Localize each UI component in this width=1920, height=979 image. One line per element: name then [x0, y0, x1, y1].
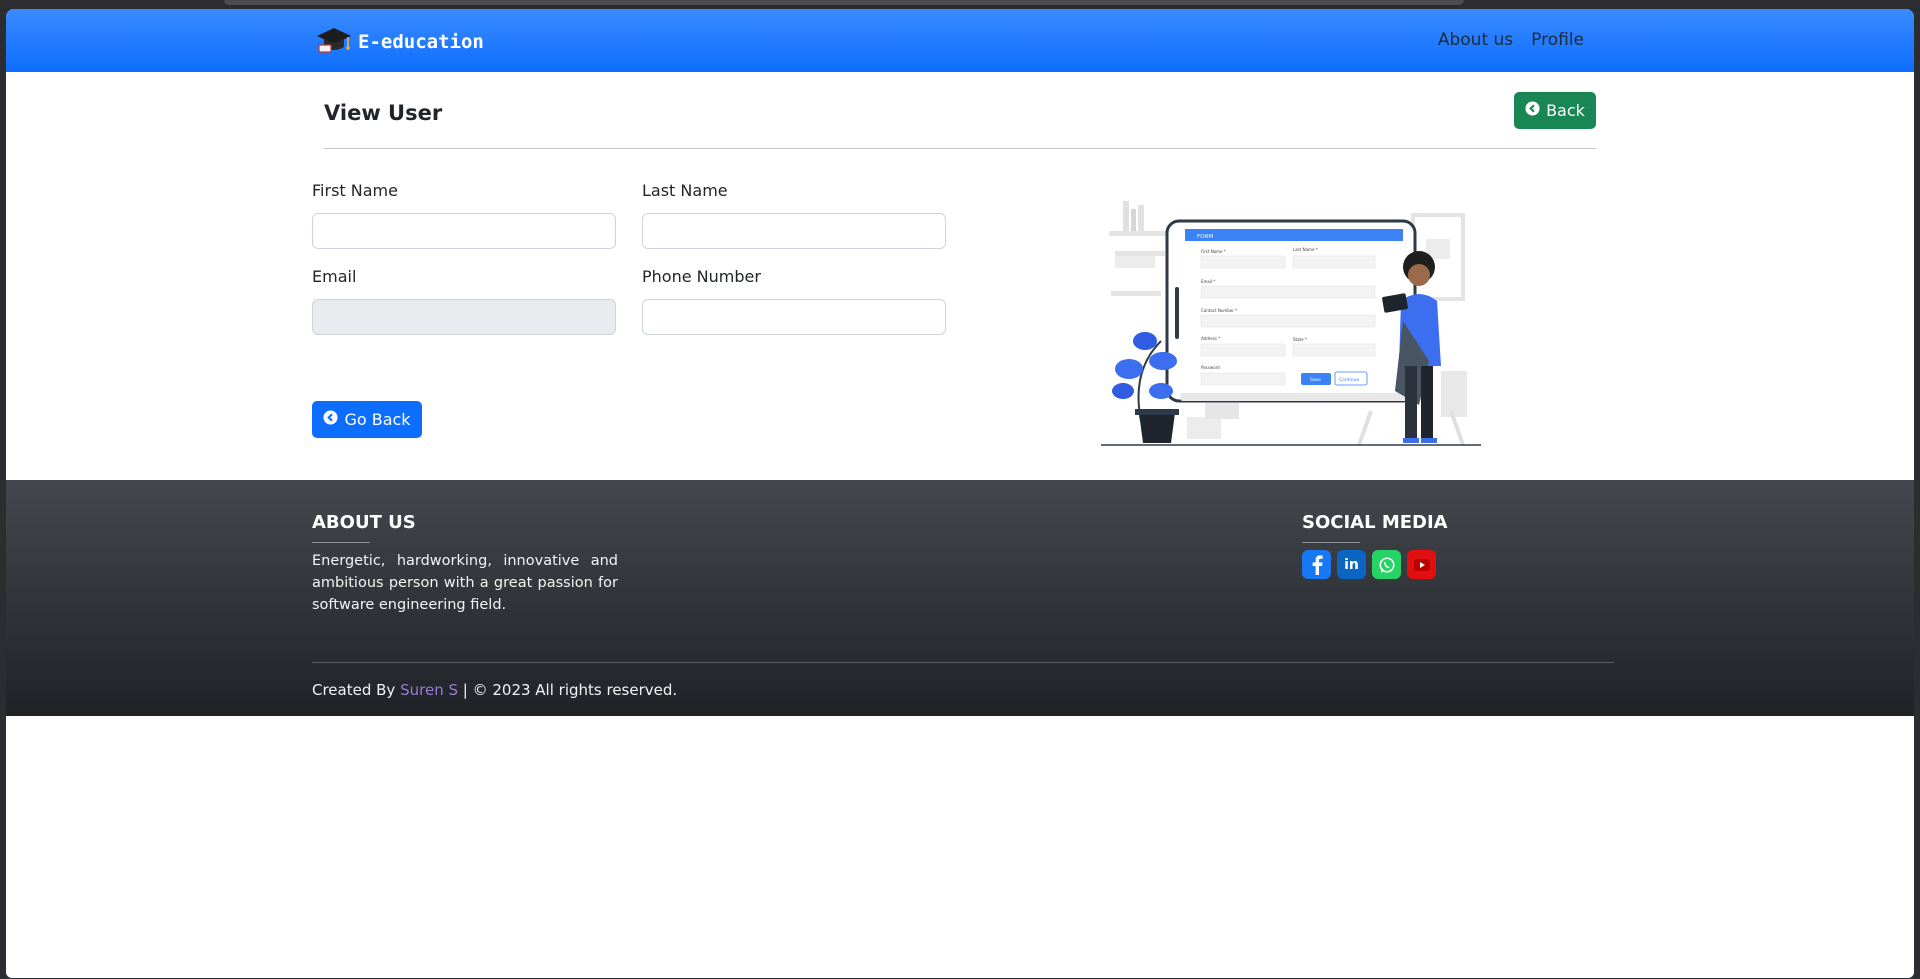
svg-text:Continue: Continue	[1339, 377, 1359, 383]
go-back-button[interactable]: Go Back	[312, 401, 422, 438]
facebook-icon[interactable]	[1302, 550, 1331, 579]
form-illustration: FORM First Name * Last Name * Email * Co…	[1101, 191, 1481, 451]
linkedin-icon[interactable]: in	[1337, 550, 1366, 579]
svg-text:Save: Save	[1310, 377, 1321, 383]
last-name-input[interactable]	[642, 213, 946, 249]
credit-line: Created By Suren S | © 2023 All rights r…	[312, 681, 677, 699]
browser-top-strip	[224, 0, 1464, 5]
credit-prefix: Created By	[312, 681, 396, 699]
first-name-input[interactable]	[312, 213, 616, 249]
header-divider	[324, 148, 1596, 149]
brand[interactable]: E-education	[316, 25, 484, 59]
go-back-button-label: Go Back	[344, 410, 411, 429]
about-heading: ABOUT US	[312, 512, 416, 533]
svg-text:Contact Number *: Contact Number *	[1201, 308, 1237, 313]
about-text: Energetic, hardworking, innovative and a…	[312, 553, 618, 613]
page-title: View User	[324, 101, 443, 125]
navbar: E-education About us Profile	[6, 9, 1914, 72]
credit-suffix: | © 2023 All rights reserved.	[462, 681, 678, 699]
social-underline	[1302, 542, 1360, 543]
app-window: E-education About us Profile View User B…	[6, 9, 1914, 978]
svg-text:Last Name *: Last Name *	[1293, 247, 1318, 252]
social-icons: in	[1302, 550, 1436, 579]
brand-name: E-education	[358, 31, 484, 53]
whatsapp-icon[interactable]	[1372, 550, 1401, 579]
chevron-left-circle-icon	[323, 410, 338, 429]
graduation-cap-icon	[316, 25, 352, 59]
about-underline	[312, 542, 370, 543]
svg-text:Password: Password	[1201, 365, 1220, 370]
email-input	[312, 299, 616, 335]
footer: ABOUT US Energetic, hardworking, innovat…	[6, 480, 1914, 716]
phone-number-input[interactable]	[642, 299, 946, 335]
back-button-label: Back	[1546, 101, 1585, 120]
nav-links: About us Profile	[1438, 30, 1584, 50]
illustration-form-header: FORM	[1197, 234, 1213, 240]
svg-text:Email *: Email *	[1201, 279, 1215, 284]
youtube-icon[interactable]	[1407, 550, 1436, 579]
chevron-left-circle-icon	[1525, 101, 1540, 120]
svg-text:First Name *: First Name *	[1201, 249, 1226, 254]
credit-author-link[interactable]: Suren S	[400, 681, 458, 699]
last-name-label: Last Name	[642, 181, 728, 200]
nav-link-about-us[interactable]: About us	[1438, 30, 1513, 50]
nav-link-profile[interactable]: Profile	[1531, 30, 1584, 50]
footer-divider	[312, 662, 1614, 663]
social-heading: SOCIAL MEDIA	[1302, 512, 1448, 533]
back-button[interactable]: Back	[1514, 92, 1596, 129]
phone-number-label: Phone Number	[642, 267, 761, 286]
svg-text:State *: State *	[1293, 337, 1307, 342]
email-label: Email	[312, 267, 357, 286]
svg-text:Address *: Address *	[1201, 336, 1220, 341]
first-name-label: First Name	[312, 181, 398, 200]
